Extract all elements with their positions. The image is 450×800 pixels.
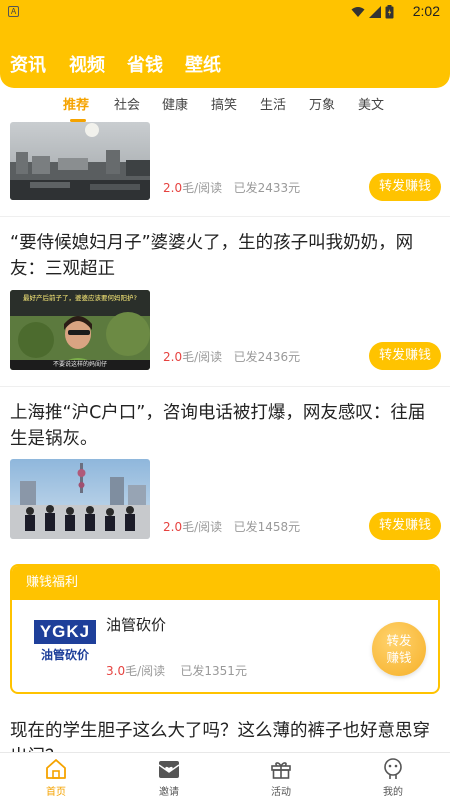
category-tab-variety[interactable]: 万象 bbox=[309, 94, 335, 113]
welfare-meta: 3.0毛/阅读 已发1351元 bbox=[106, 662, 247, 679]
bottom-nav: 首页 邀请 活动 我的 bbox=[0, 752, 450, 800]
city-haze-image bbox=[10, 122, 150, 200]
article-sent-amount: 已发1458元 bbox=[233, 520, 301, 534]
welfare-sent-amount: 已发1351元 bbox=[180, 664, 247, 678]
share-earn-button[interactable]: 转发赚钱 bbox=[369, 173, 441, 201]
nav-invite[interactable]: 邀请 bbox=[139, 757, 199, 798]
article-title[interactable]: “要侍候媳妇月子”婆婆火了，生的孩子叫我奶奶，网友：三观超正 bbox=[10, 230, 440, 282]
welfare-price: 3.0 bbox=[106, 664, 126, 678]
article-meta: 2.0毛/阅读 已发1458元 bbox=[163, 518, 300, 535]
ygkj-logo: YGKJ 油管砍价 bbox=[30, 614, 100, 674]
home-icon bbox=[46, 759, 66, 779]
clock: 2:02 bbox=[412, 3, 440, 19]
category-tab-funny[interactable]: 搞笑 bbox=[211, 94, 237, 113]
welfare-title[interactable]: 油管砍价 bbox=[106, 614, 166, 635]
article-sent-amount: 已发2436元 bbox=[233, 350, 301, 364]
article-sent-amount: 已发2433元 bbox=[233, 181, 301, 195]
tab-news[interactable]: 资讯 bbox=[10, 51, 46, 77]
money-welfare-card[interactable]: 赚钱福利 YGKJ 油管砍价 油管砍价 3.0毛/阅读 已发1351元 转发 赚… bbox=[10, 564, 440, 694]
nav-home-label: 首页 bbox=[46, 787, 66, 798]
divider bbox=[0, 216, 450, 217]
welfare-button-line1: 转发 bbox=[386, 633, 412, 648]
top-nav: 资讯 视频 省钱 壁纸 bbox=[0, 24, 450, 88]
nav-activity[interactable]: 活动 bbox=[251, 757, 311, 798]
article-meta: 2.0毛/阅读 已发2436元 bbox=[163, 348, 300, 365]
logo-text: YGKJ bbox=[34, 620, 96, 644]
article-price: 2.0 bbox=[163, 520, 183, 534]
category-tab-health[interactable]: 健康 bbox=[162, 94, 188, 113]
article-meta: 2.0毛/阅读 已发2433元 bbox=[163, 179, 300, 196]
article-price: 2.0 bbox=[163, 181, 183, 195]
article-title[interactable]: 现在的学生胆子这么大了吗？这么薄的裤子也好意思穿出门？ bbox=[10, 718, 440, 752]
category-tab-life[interactable]: 生活 bbox=[260, 94, 286, 113]
article-price-unit: 毛/阅读 bbox=[182, 181, 223, 195]
article-price-unit: 毛/阅读 bbox=[182, 350, 223, 364]
profile-icon bbox=[384, 758, 402, 779]
thumbnail-caption-top: 最好产后前子了，婆婆应该要何妈阳护? bbox=[23, 294, 137, 302]
status-bar: A 2:02 bbox=[0, 0, 450, 24]
welfare-header: 赚钱福利 bbox=[12, 566, 438, 600]
category-tabs: 推荐 社会 健康 搞笑 生活 万象 美文 bbox=[0, 88, 450, 122]
category-tab-essay[interactable]: 美文 bbox=[358, 94, 384, 113]
battery-icon bbox=[385, 5, 394, 19]
article-thumbnail[interactable]: 最好产后前子了，婆婆应该要何妈阳护? 不要说这样的妈闺仔 bbox=[10, 290, 150, 370]
category-tab-recommend[interactable]: 推荐 bbox=[63, 94, 89, 113]
divider bbox=[0, 386, 450, 387]
article-price: 2.0 bbox=[163, 350, 183, 364]
invite-icon bbox=[158, 761, 180, 778]
logo-subtext: 油管砍价 bbox=[40, 648, 89, 662]
share-earn-button[interactable]: 转发赚钱 bbox=[369, 342, 441, 370]
signal-icon bbox=[369, 6, 381, 18]
tab-video[interactable]: 视频 bbox=[69, 51, 105, 77]
notification-a-icon: A bbox=[8, 6, 19, 17]
gift-icon bbox=[271, 762, 291, 779]
article-price-unit: 毛/阅读 bbox=[182, 520, 223, 534]
article-thumbnail[interactable] bbox=[10, 122, 150, 200]
article-thumbnail[interactable] bbox=[10, 459, 150, 539]
nav-profile-label: 我的 bbox=[383, 787, 403, 798]
article-feed[interactable]: 2.0毛/阅读 已发2433元 转发赚钱 “要侍候媳妇月子”婆婆火了，生的孩子叫… bbox=[0, 122, 450, 752]
welfare-button-line2: 赚钱 bbox=[386, 650, 412, 665]
tab-save-money[interactable]: 省钱 bbox=[127, 51, 163, 77]
nav-profile[interactable]: 我的 bbox=[363, 757, 423, 798]
tab-wallpaper[interactable]: 壁纸 bbox=[185, 51, 221, 77]
share-earn-button[interactable]: 转发赚钱 bbox=[369, 512, 441, 540]
welfare-share-earn-button[interactable]: 转发 赚钱 bbox=[372, 622, 426, 676]
nav-activity-label: 活动 bbox=[271, 787, 291, 798]
wifi-icon bbox=[351, 7, 365, 17]
category-tab-society[interactable]: 社会 bbox=[114, 94, 140, 113]
nav-home[interactable]: 首页 bbox=[26, 757, 86, 798]
graduates-image bbox=[10, 459, 150, 539]
welfare-price-unit: 毛/阅读 bbox=[125, 664, 166, 678]
thumbnail-caption-bottom: 不要说这样的妈闺仔 bbox=[52, 361, 107, 368]
system-icons bbox=[351, 5, 394, 19]
article-title[interactable]: 上海推“沪C户口”，咨询电话被打爆，网友感叹：往届生是锅灰。 bbox=[10, 400, 440, 452]
nav-invite-label: 邀请 bbox=[159, 787, 179, 798]
